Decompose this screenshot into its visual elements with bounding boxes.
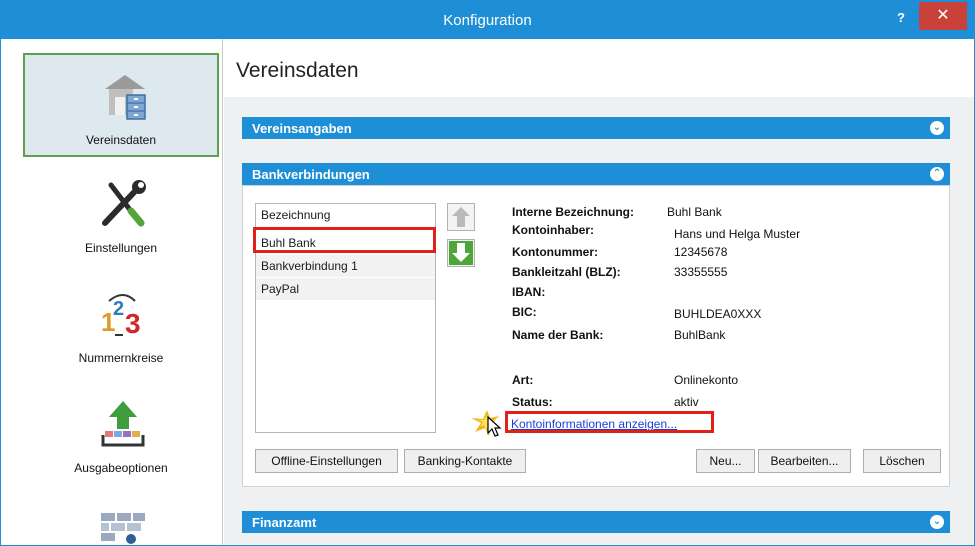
number-ranges-icon: 1 2 3 (101, 294, 141, 339)
internal-name-label: Interne Bezeichnung: (512, 205, 635, 219)
highlight-box (505, 411, 714, 433)
arrow-up-icon (452, 207, 470, 227)
status-value: aktiv (674, 395, 699, 409)
move-up-button[interactable] (447, 203, 475, 231)
mouse-cursor-icon (487, 416, 502, 437)
svg-text:2: 2 (113, 298, 124, 320)
blz-value: 33355555 (674, 265, 728, 279)
panel-header-vereinsangaben[interactable]: Vereinsangaben ⌄ (242, 117, 950, 139)
sidebar-item-nummernkreise[interactable]: 1 2 3 Nummernkreise (23, 273, 219, 377)
collapse-icon[interactable]: ⌃ (930, 167, 944, 181)
account-number-label: Kontonummer: (512, 245, 598, 259)
expand-icon[interactable]: ⌄ (930, 121, 944, 135)
list-header[interactable]: Bezeichnung (256, 204, 435, 226)
sidebar-item-partial[interactable] (23, 493, 219, 545)
move-down-button[interactable] (447, 239, 475, 267)
type-label: Art: (512, 373, 534, 387)
close-button[interactable]: ✕ (919, 2, 967, 30)
iban-label: IBAN: (512, 285, 546, 299)
wall-user-icon (101, 513, 145, 544)
offline-settings-button[interactable]: Offline-Einstellungen (255, 449, 398, 473)
panel-header-bankverbindungen[interactable]: Bankverbindungen ⌃ (242, 163, 950, 185)
delete-button[interactable]: Löschen (863, 449, 941, 473)
main-content: Vereinsdaten Vereinsangaben ⌄ Bankverbin… (224, 39, 974, 545)
bic-value: BUHLDEA0XXX (674, 307, 762, 321)
sidebar-item-vereinsdaten[interactable]: Vereinsdaten (23, 53, 219, 157)
title-bar: Konfiguration ? ✕ (1, 1, 974, 39)
highlight-box (253, 227, 436, 253)
bank-name-value: BuhlBank (674, 328, 726, 342)
list-item[interactable]: PayPal (256, 278, 435, 300)
svg-text:3: 3 (125, 308, 141, 339)
account-holder-value: Hans und Helga Muster (674, 227, 801, 241)
banking-contacts-button[interactable]: Banking-Kontakte (404, 449, 526, 473)
bankverbindungen-panel: Bezeichnung Buhl Bank Bankverbindung 1 P… (242, 185, 950, 487)
bic-label: BIC: (512, 305, 537, 319)
internal-name-value: Buhl Bank (667, 205, 722, 219)
new-button[interactable]: Neu... (696, 449, 755, 473)
sidebar-item-label: Nummernkreise (78, 351, 164, 365)
type-value: Onlinekonto (674, 373, 739, 387)
sidebar: Vereinsdaten Einstellungen 1 2 3 Nummern… (9, 39, 223, 545)
sidebar-item-label: Vereinsdaten (85, 133, 157, 147)
sidebar-item-label: Einstellungen (84, 241, 158, 255)
sidebar-item-einstellungen[interactable]: Einstellungen (23, 163, 219, 267)
configuration-window: Konfiguration ? ✕ Vereinsdaten Einstellu… (0, 0, 975, 546)
sidebar-item-label: Ausgabeoptionen (74, 461, 168, 475)
arrow-down-icon (449, 241, 473, 265)
panel-title: Vereinsangaben (252, 121, 352, 136)
panel-title: Finanzamt (252, 515, 317, 530)
bank-name-label: Name der Bank: (512, 328, 604, 342)
tools-icon (102, 180, 146, 227)
panel-header-finanzamt[interactable]: Finanzamt ⌄ (242, 511, 950, 533)
sidebar-item-ausgabeoptionen[interactable]: Ausgabeoptionen (23, 383, 219, 487)
panel-title: Bankverbindungen (252, 167, 370, 182)
output-options-icon (101, 401, 145, 447)
blz-label: Bankleitzahl (BLZ): (512, 265, 621, 279)
list-item[interactable]: Bankverbindung 1 (256, 255, 435, 277)
status-label: Status: (512, 395, 553, 409)
account-number-value: 12345678 (674, 245, 728, 259)
help-button[interactable]: ? (890, 7, 912, 29)
club-data-icon (105, 75, 146, 120)
account-holder-label: Kontoinhaber: (512, 223, 594, 237)
edit-button[interactable]: Bearbeiten... (758, 449, 851, 473)
expand-icon[interactable]: ⌄ (930, 515, 944, 529)
window-title: Konfiguration (443, 12, 532, 29)
page-title: Vereinsdaten (236, 59, 359, 82)
